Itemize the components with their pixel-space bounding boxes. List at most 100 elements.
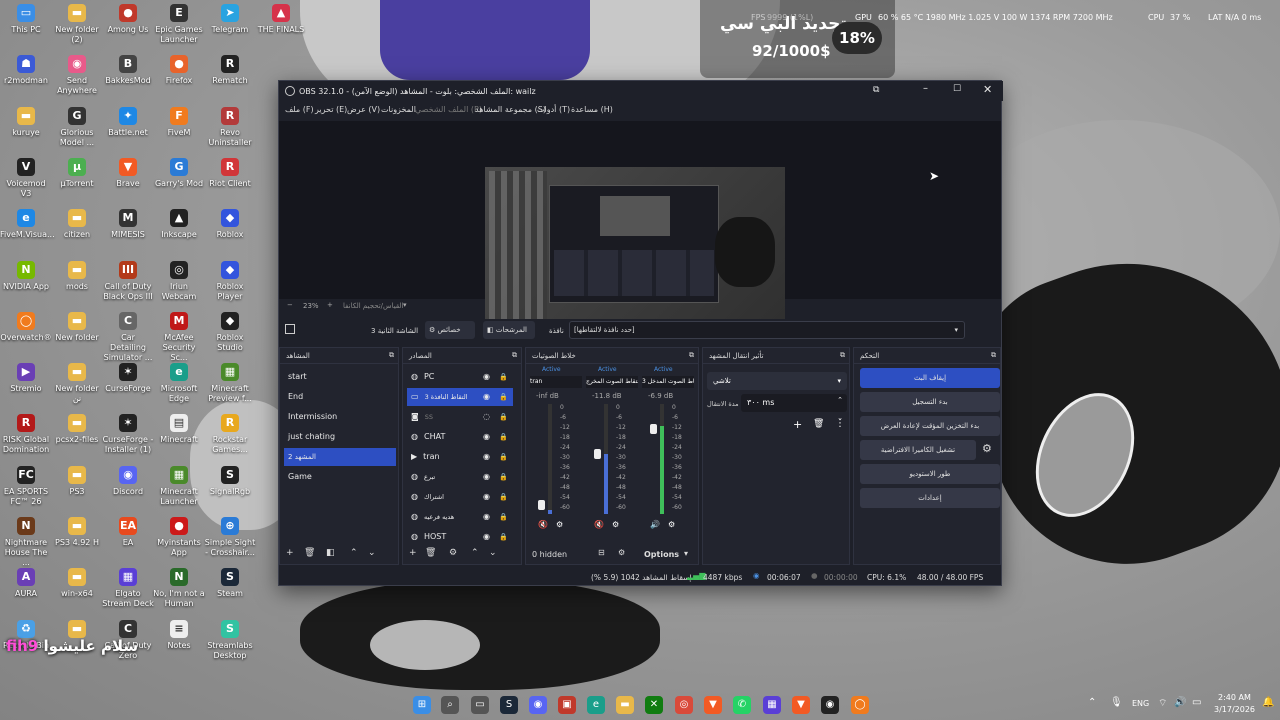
clock-time[interactable]: 2:40 AM — [1218, 693, 1251, 702]
source-item[interactable]: ◍ PC ◉ 🔒 — [407, 368, 513, 386]
mute-icon[interactable]: 🔇 — [538, 520, 548, 529]
menu-item[interactable]: عرض (V) — [347, 105, 380, 114]
desktop-icon[interactable]: ▭ This PC — [0, 4, 52, 35]
studio-mode-button[interactable]: طور الاستوديو — [860, 464, 1000, 484]
window-select[interactable]: [حدد نافذة لالتقاطها] ▾ — [569, 321, 965, 339]
undock-icon[interactable]: ⧉ — [512, 351, 517, 360]
move-up-button[interactable]: ⌃ — [350, 548, 358, 558]
desktop-icon[interactable]: M McAfee Security Sc... — [153, 311, 205, 363]
desktop-icon[interactable]: ▬ citizen — [51, 209, 103, 240]
lock-icon[interactable]: 🔒 — [499, 528, 508, 546]
desktop-icon[interactable]: C Car Detailing Simulator ... — [102, 311, 154, 363]
undock-icon[interactable]: ⧉ — [840, 351, 845, 360]
channel-settings-icon[interactable]: ⚙ — [668, 520, 675, 529]
desktop-icon[interactable]: ✦ Battle.net — [102, 106, 154, 138]
volume-icon[interactable]: 🔊 — [1174, 697, 1186, 708]
desktop-icon[interactable]: ➤ Telegram — [204, 4, 256, 35]
desktop-icon[interactable]: ▤ Minecraft — [153, 414, 205, 445]
speaker-icon[interactable]: 🔊 — [650, 520, 660, 529]
edge-icon[interactable]: e — [587, 696, 605, 714]
app-icon[interactable]: ▣ — [558, 696, 576, 714]
desktop-icon[interactable]: e FiveM.Visua... — [0, 209, 55, 240]
desktop-icon[interactable]: ◆ Roblox Player — [204, 260, 256, 302]
desktop-icon[interactable]: R Riot Client — [204, 157, 256, 189]
desktop-icon[interactable]: F FiveM — [153, 106, 205, 138]
desktop-icon[interactable]: S Steam — [204, 568, 256, 599]
desktop-icon[interactable]: µ µTorrent — [51, 157, 103, 189]
desktop-icon[interactable]: ● Firefox — [153, 55, 205, 86]
eye-icon[interactable]: ◉ — [483, 488, 490, 506]
desktop-icon[interactable]: ▼ Brave — [102, 157, 154, 189]
options-button[interactable]: Options — [644, 550, 679, 559]
transition-select[interactable]: تلاشي ▾ — [707, 372, 847, 390]
add-transition-button[interactable]: + — [793, 418, 802, 431]
desktop-icon[interactable]: ▬ New folder — [51, 311, 103, 343]
desktop-icon[interactable]: ◯ Overwatch® — [0, 311, 52, 343]
channel-settings-icon[interactable]: ⚙ — [612, 520, 619, 529]
desktop-icon[interactable]: ▦ Elgato Stream Deck — [102, 568, 154, 609]
maximize-button[interactable]: ☐ — [953, 84, 961, 94]
desktop-icon[interactable]: E Epic Games Launcher — [153, 4, 205, 45]
settings-button[interactable]: إعدادات — [860, 488, 1000, 508]
desktop-icon[interactable]: ▲ Inkscape — [153, 209, 205, 240]
layout-icon[interactable]: ⊟ — [598, 548, 605, 557]
menu-item[interactable]: أدوات (T) — [537, 105, 570, 114]
move-down-button[interactable]: ⌄ — [368, 548, 376, 558]
desktop-icon[interactable]: ▬ pcsx2-files — [51, 414, 103, 445]
trash-icon[interactable]: 🗑 — [425, 548, 436, 558]
desktop-icon[interactable]: ▬ win-x64 — [51, 568, 103, 599]
undock-icon[interactable]: ⧉ — [389, 351, 394, 360]
volume-fader[interactable] — [650, 424, 657, 434]
desktop-icon[interactable]: III Call of Duty Black Ops III — [102, 260, 154, 302]
folder-icon[interactable]: ▬ — [616, 696, 634, 714]
task-view-icon[interactable]: ▭ — [471, 696, 489, 714]
channel-select[interactable]: التقاط الصوت المدخل 3 — [642, 376, 694, 388]
desktop-icon[interactable]: G Garry's Mod — [153, 157, 205, 189]
menu-item[interactable]: تحرير (E) — [315, 105, 347, 114]
menu-item[interactable]: المخزونات — [381, 105, 416, 114]
whatsapp-icon[interactable]: ✆ — [733, 696, 751, 714]
start-replay-buffer-button[interactable]: بدء التخزين المؤقت لإعادة العرض — [860, 416, 1000, 436]
desktop-icon[interactable]: ▦ Minecraft Preview f... — [204, 363, 256, 404]
lock-icon[interactable]: 🔒 — [499, 468, 508, 486]
source-item[interactable]: ◍ HOST ◉ 🔒 — [407, 528, 513, 546]
desktop-icon[interactable]: ▬ New folder (2) — [51, 4, 103, 45]
desktop-icon[interactable]: ● Among Us — [102, 4, 154, 35]
mute-icon[interactable]: 🔇 — [594, 520, 604, 529]
scene-item[interactable]: Game — [284, 468, 396, 486]
brave-icon[interactable]: ▼ — [792, 696, 810, 714]
desktop-icon[interactable]: N Nightmare House The ... — [0, 517, 52, 568]
desktop-icon[interactable]: R RISK Global Domination — [0, 414, 52, 455]
lock-icon[interactable]: 🔒 — [499, 388, 508, 406]
minimize-button[interactable]: – — [923, 83, 928, 94]
trash-icon[interactable]: 🗑 — [304, 548, 315, 558]
eye-icon[interactable]: ◉ — [483, 528, 490, 546]
stream-deck-icon[interactable]: ▦ — [763, 696, 781, 714]
lock-icon[interactable]: 🔒 — [499, 408, 508, 426]
eye-icon[interactable]: ◉ — [483, 468, 490, 486]
zoom-in-button[interactable]: + — [327, 301, 333, 309]
menu-item[interactable]: مساعدة (H) — [571, 105, 613, 114]
undock-icon[interactable]: ⧉ — [689, 351, 694, 360]
desktop-icon[interactable]: EA EA — [102, 517, 154, 548]
eye-icon[interactable]: ◉ — [483, 448, 490, 466]
source-item[interactable]: ◍ اشتراك ◉ 🔒 — [407, 488, 513, 506]
chevron-down-icon[interactable]: ▾ — [684, 549, 688, 558]
menu-item[interactable]: الملف الشخصي (P) — [415, 105, 482, 114]
desktop-icon[interactable]: ◉ Discord — [102, 465, 154, 497]
chrome-icon[interactable]: ◎ — [675, 696, 693, 714]
start-recording-button[interactable]: بدء التسجيل — [860, 392, 1000, 412]
channel-settings-icon[interactable]: ⚙ — [556, 520, 563, 529]
desktop-icon[interactable]: ▬ kuruye — [0, 106, 52, 138]
virtual-camera-gear-icon[interactable]: ⚙ — [982, 442, 992, 455]
desktop-icon[interactable]: R Revo Uninstaller — [204, 106, 256, 148]
source-item[interactable]: ◍ هديه فرعيه ◉ 🔒 — [407, 508, 513, 526]
gear-icon[interactable]: ⚙ — [449, 548, 457, 558]
desktop-icon[interactable]: A AURA — [0, 568, 52, 599]
desktop-icon[interactable]: ◆ Roblox — [204, 209, 256, 240]
battery-icon[interactable]: ▭ — [1192, 697, 1201, 708]
desktop-icon[interactable]: ✶ CurseForge - Installer (1) — [102, 414, 154, 455]
source-item[interactable]: ◙ ss ◌ 🔒 — [407, 408, 513, 426]
desktop-icon[interactable]: S Streamlabs Desktop — [204, 619, 256, 661]
scene-item[interactable]: just chating — [284, 428, 396, 446]
